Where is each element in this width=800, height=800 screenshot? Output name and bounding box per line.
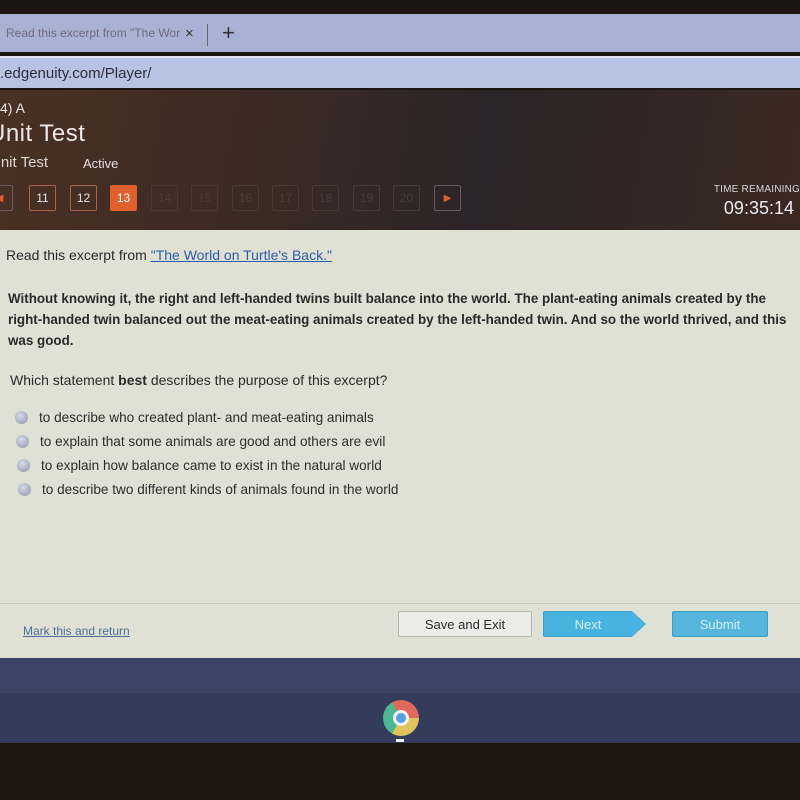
next-button-arrow[interactable] [632, 611, 646, 637]
radio-button[interactable] [18, 482, 31, 496]
page-number: 19 [359, 191, 374, 205]
question-emphasis: best [118, 372, 147, 388]
time-remaining-value: 09:35:14 [723, 198, 794, 218]
page-button: 18 [312, 185, 339, 211]
page-number: 12 [76, 191, 91, 205]
status-badge: Active [83, 156, 119, 171]
radio-button[interactable] [17, 458, 30, 472]
page-number: 13 [116, 191, 131, 205]
app-header: 4) A Unit Test Unit Test Active ◀ 11 12 … [0, 90, 800, 230]
answer-option[interactable]: to explain that some animals are good an… [15, 429, 398, 453]
page-number: 15 [197, 191, 212, 205]
address-bar[interactable]: .edgenuity.com/Player/ [0, 56, 800, 88]
option-label: to explain that some animals are good an… [40, 433, 386, 449]
excerpt-intro: Read this excerpt from "The World on Tur… [6, 247, 332, 263]
new-tab-icon[interactable]: + [222, 20, 235, 46]
browser-tab-bar: Read this excerpt from "The World on Tur… [0, 14, 800, 52]
next-button[interactable]: Next [543, 611, 633, 637]
desktop-background [0, 658, 800, 696]
option-label: to describe two different kinds of anima… [42, 481, 399, 497]
chrome-browser-icon[interactable] [383, 700, 419, 736]
page-button: 17 [272, 185, 299, 211]
radio-button[interactable] [16, 434, 29, 448]
page-button[interactable]: 13 [110, 185, 137, 211]
page-title: Unit Test [0, 120, 86, 147]
browser-tab[interactable]: Read this excerpt from "The World on Tur… [0, 14, 205, 52]
question-text: describes the purpose of this excerpt? [146, 372, 388, 388]
next-page-button[interactable]: ▶ [434, 185, 461, 211]
answer-option[interactable]: to describe who created plant- and meat-… [15, 405, 398, 429]
prev-page-button[interactable]: ◀ [0, 185, 13, 211]
page-button[interactable]: 12 [70, 185, 97, 211]
option-label: to describe who created plant- and meat-… [39, 409, 374, 425]
page-button: 19 [353, 185, 380, 211]
chevron-right-icon: ▶ [443, 192, 452, 204]
submit-button[interactable]: Submit [672, 611, 768, 637]
page-button: 20 [393, 185, 420, 211]
question-prompt: Which statement best describes the purpo… [10, 372, 387, 388]
answer-options: to describe who created plant- and meat-… [15, 405, 398, 501]
page-number: 18 [318, 191, 333, 205]
excerpt-source-link[interactable]: "The World on Turtle's Back." [151, 247, 332, 263]
breadcrumb: 4) A [0, 100, 25, 116]
radio-button[interactable] [15, 410, 28, 424]
screen: Read this excerpt from "The World on Tur… [0, 0, 800, 800]
answer-option[interactable]: to describe two different kinds of anima… [15, 477, 398, 501]
save-and-exit-button[interactable]: Save and Exit [398, 611, 532, 637]
tab-title: Read this excerpt from "The World on Tur… [6, 26, 181, 40]
page-button: 15 [191, 185, 218, 211]
page-number: 14 [157, 191, 172, 205]
page-number: 16 [238, 191, 253, 205]
page-button: 16 [232, 185, 259, 211]
page-button: 14 [151, 185, 178, 211]
tab-divider [207, 24, 208, 46]
question-text: Which statement [10, 372, 119, 388]
app-running-indicator [396, 739, 404, 742]
intro-text: Read this excerpt from [6, 247, 151, 263]
answer-option[interactable]: to explain how balance came to exist in … [15, 453, 398, 477]
mark-and-return-link[interactable]: Mark this and return [23, 624, 130, 638]
page-button[interactable]: 11 [29, 185, 56, 211]
excerpt-passage: Without knowing it, the right and left-h… [8, 291, 787, 348]
option-label: to explain how balance came to exist in … [41, 457, 382, 473]
page-number: 20 [399, 191, 414, 205]
page-number: 17 [278, 191, 293, 205]
close-tab-icon[interactable]: × [185, 25, 194, 42]
footer-divider [0, 603, 800, 604]
page-number: 11 [36, 191, 49, 205]
chrome-icon-center [393, 710, 409, 726]
monitor-bezel [0, 745, 800, 800]
question-panel: Read this excerpt from "The World on Tur… [0, 230, 800, 658]
url-text: .edgenuity.com/Player/ [0, 64, 152, 82]
activity-title: Unit Test [0, 154, 49, 171]
time-remaining-label: TIME REMAINING [713, 184, 800, 195]
chevron-left-icon: ◀ [0, 193, 3, 204]
